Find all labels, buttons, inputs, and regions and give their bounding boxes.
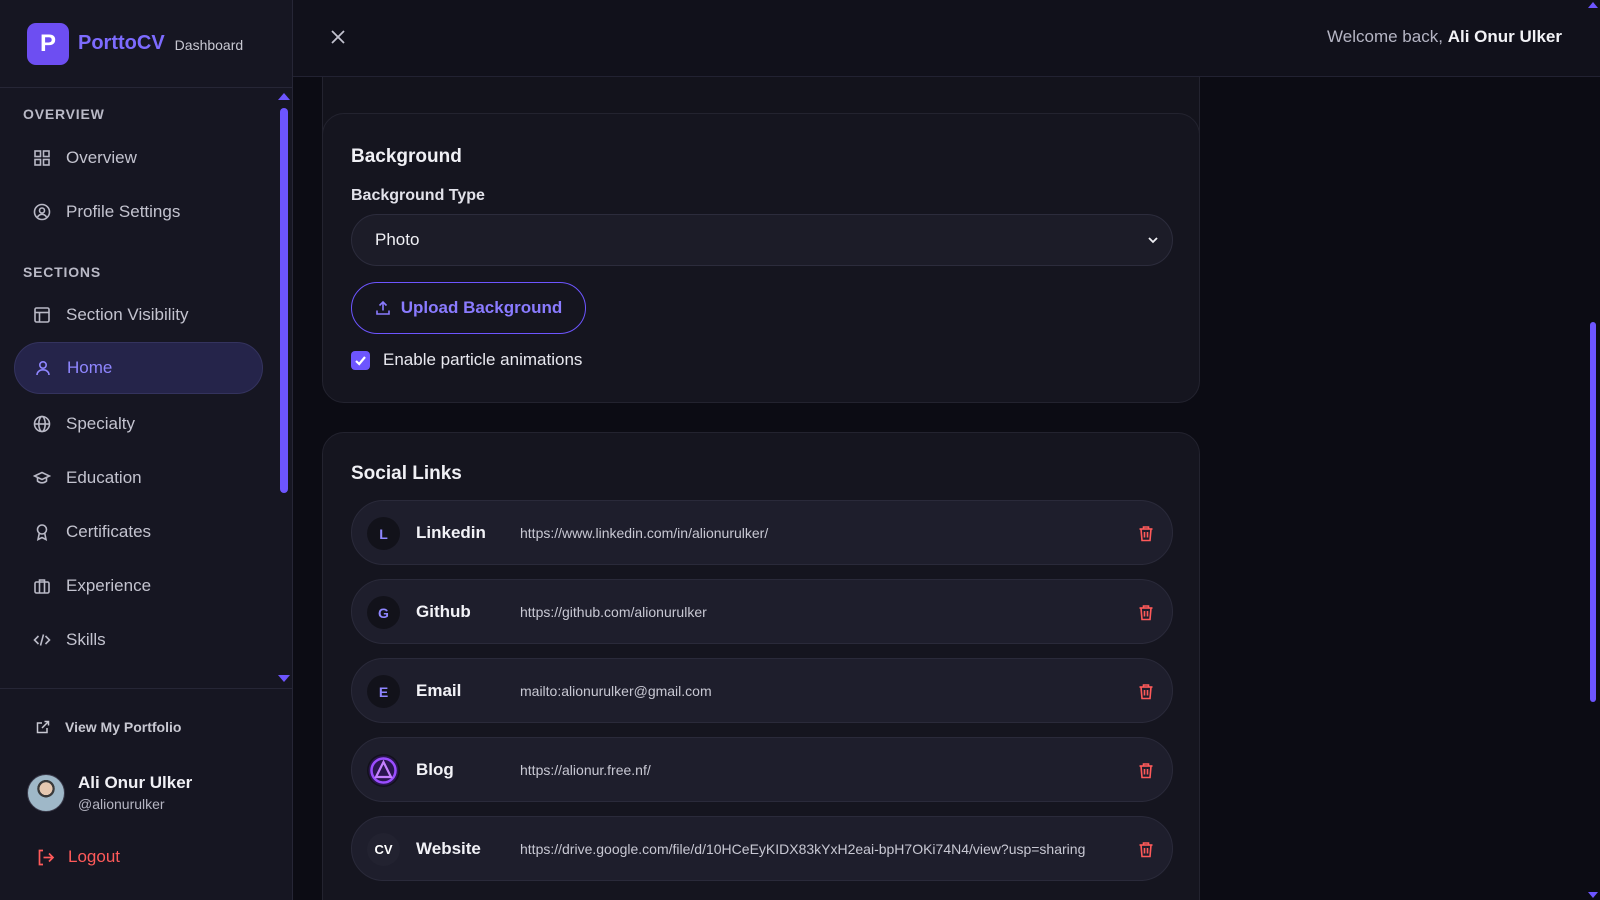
link-url[interactable]: https://www.linkedin.com/in/alionurulker… <box>520 525 768 541</box>
sidebar-item-label: Experience <box>66 576 152 595</box>
social-links-title: Social Links <box>351 463 462 484</box>
social-link-row[interactable]: E Email mailto:alionurulker@gmail.com <box>351 658 1173 723</box>
social-link-row[interactable]: Blog https://alionur.free.nf/ <box>351 737 1173 802</box>
sidebar-nav: OVERVIEW Overview Profile Settings SECTI… <box>0 88 293 688</box>
sidebar-scroll-down-arrow[interactable] <box>278 675 290 682</box>
user-handle: @alionurulker <box>78 796 165 812</box>
link-name: Blog <box>416 759 454 779</box>
main-content: Background Background Type Photo Upload … <box>293 77 1583 900</box>
link-name: Github <box>416 601 471 621</box>
user-name: Ali Onur Ulker <box>78 773 193 792</box>
sidebar-item-label: Overview <box>66 148 137 167</box>
view-portfolio-label: View My Portfolio <box>65 719 182 735</box>
sidebar-item-profile-settings[interactable]: Profile Settings <box>14 186 263 238</box>
link-badge: E <box>367 675 400 708</box>
upload-icon <box>375 300 390 315</box>
link-url[interactable]: https://github.com/alionurulker <box>520 604 707 620</box>
trash-icon[interactable] <box>1138 762 1154 779</box>
nav-heading-sections: SECTIONS <box>23 264 101 280</box>
welcome-prefix: Welcome back, <box>1327 27 1443 46</box>
close-icon[interactable] <box>329 28 347 46</box>
background-type-value: Photo <box>375 230 420 249</box>
brand-subtitle: Dashboard <box>174 37 244 53</box>
link-badge: L <box>367 517 400 550</box>
sidebar-item-specialty[interactable]: Specialty <box>14 398 263 450</box>
sidebar-item-label: Education <box>66 468 142 487</box>
brand-logo: P <box>27 22 69 65</box>
logout-label: Logout <box>68 847 120 866</box>
logout-button[interactable]: Logout <box>36 847 120 867</box>
sidebar-item-label: Skills <box>66 630 106 649</box>
sidebar-scroll-up-arrow[interactable] <box>278 93 290 100</box>
briefcase-icon <box>32 576 52 596</box>
nav-heading-overview: OVERVIEW <box>23 106 105 122</box>
page-scroll-up-arrow[interactable] <box>1588 2 1598 8</box>
welcome-name: Ali Onur Ulker <box>1447 27 1562 46</box>
sidebar-item-label: Certificates <box>66 522 152 541</box>
avatar <box>27 773 65 812</box>
social-link-row[interactable]: G Github https://github.com/alionurulker <box>351 579 1173 644</box>
brand-name: PorttoCV <box>78 32 165 54</box>
sidebar-item-section-visibility[interactable]: Section Visibility <box>14 289 263 341</box>
sidebar-item-label: Home <box>67 358 113 377</box>
blog-logo-icon <box>367 754 400 787</box>
user-circle-icon <box>32 202 52 222</box>
award-icon <box>32 522 52 542</box>
sidebar-item-experience[interactable]: Experience <box>14 560 263 612</box>
grid-icon <box>32 148 52 168</box>
page-scroll-down-arrow[interactable] <box>1588 892 1598 898</box>
page-scrollbar-thumb[interactable] <box>1590 322 1596 702</box>
social-links-card: Social Links L Linkedin https://www.link… <box>322 432 1200 900</box>
topbar: Welcome back, Ali Onur Ulker <box>293 0 1600 77</box>
logout-icon <box>38 849 55 865</box>
sidebar-scrollbar-thumb[interactable] <box>280 108 288 493</box>
upload-background-label: Upload Background <box>400 298 563 317</box>
upload-background-button[interactable]: Upload Background <box>351 282 586 334</box>
chevron-down-icon <box>1148 237 1158 244</box>
checkmark-icon <box>355 355 366 366</box>
view-portfolio-link[interactable]: View My Portfolio <box>35 719 181 735</box>
social-link-row[interactable]: L Linkedin https://www.linkedin.com/in/a… <box>351 500 1173 565</box>
trash-icon[interactable] <box>1138 841 1154 858</box>
brand[interactable]: P PorttoCV Dashboard <box>0 0 292 88</box>
background-title: Background <box>351 146 462 167</box>
sidebar-item-skills[interactable]: Skills <box>14 614 263 666</box>
trash-icon[interactable] <box>1138 683 1154 700</box>
sidebar-item-overview[interactable]: Overview <box>14 132 263 184</box>
sidebar-footer: View My Portfolio Ali Onur Ulker @alionu… <box>0 688 293 900</box>
graduation-cap-icon <box>32 468 52 488</box>
link-url[interactable]: https://drive.google.com/file/d/10HCeEyK… <box>520 841 1085 857</box>
cv-logo-icon: CV <box>367 833 400 866</box>
link-url[interactable]: https://alionur.free.nf/ <box>520 762 651 778</box>
sidebar-item-label: Profile Settings <box>66 202 181 221</box>
globe-icon <box>32 414 52 434</box>
background-card: Background Background Type Photo Upload … <box>322 113 1200 403</box>
welcome-message: Welcome back, Ali Onur Ulker <box>1327 27 1562 47</box>
user-icon <box>33 358 53 378</box>
external-link-icon <box>36 720 50 734</box>
particle-animations-option: Enable particle animations <box>351 350 582 370</box>
background-type-label: Background Type <box>351 187 485 204</box>
particle-animations-label: Enable particle animations <box>383 350 583 369</box>
sidebar: P PorttoCV Dashboard OVERVIEW Overview P… <box>0 0 293 900</box>
social-link-row[interactable]: CV Website https://drive.google.com/file… <box>351 816 1173 881</box>
trash-icon[interactable] <box>1138 604 1154 621</box>
particle-animations-checkbox[interactable] <box>351 350 370 370</box>
code-icon <box>32 630 52 650</box>
link-name: Linkedin <box>416 522 486 542</box>
sidebar-item-certificates[interactable]: Certificates <box>14 506 263 558</box>
sidebar-item-home[interactable]: Home <box>14 342 263 394</box>
trash-icon[interactable] <box>1138 525 1154 542</box>
layout-icon <box>32 305 52 325</box>
user-profile[interactable]: Ali Onur Ulker @alionurulker <box>27 773 192 812</box>
background-type-select[interactable]: Photo <box>351 214 1173 266</box>
link-badge: G <box>367 596 400 629</box>
link-url[interactable]: mailto:alionurulker@gmail.com <box>520 683 712 699</box>
link-name: Website <box>416 838 481 858</box>
sidebar-item-education[interactable]: Education <box>14 452 263 504</box>
sidebar-item-label: Specialty <box>66 414 135 433</box>
link-name: Email <box>416 680 462 700</box>
sidebar-item-label: Section Visibility <box>66 305 189 324</box>
